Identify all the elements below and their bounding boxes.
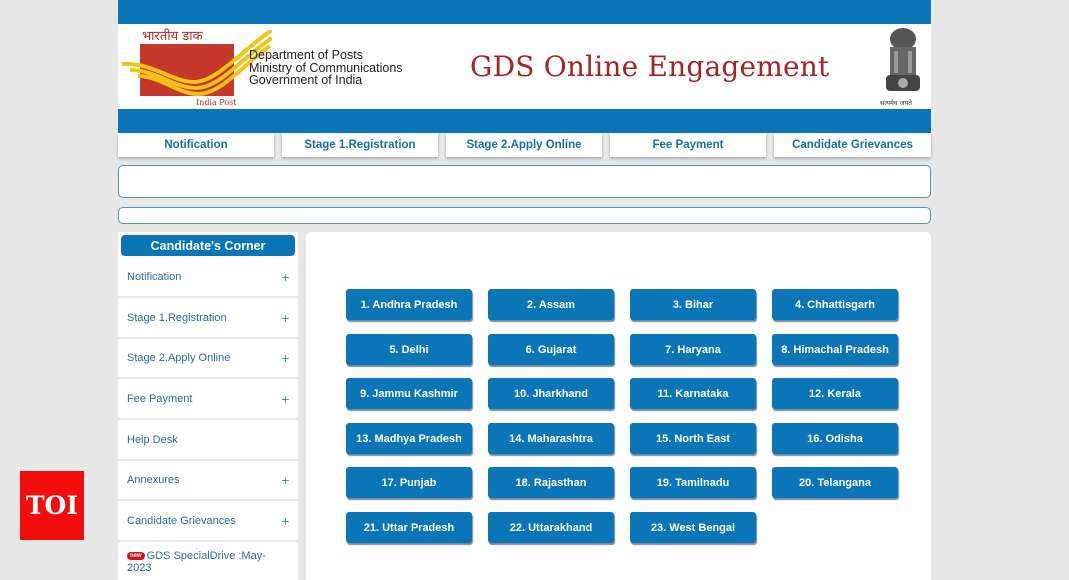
top-blue-bar [118, 0, 931, 24]
plus-icon[interactable]: + [281, 271, 290, 284]
state-selection-panel: 1. Andhra Pradesh 2. Assam 3. Bihar 4. Chha… [306, 232, 931, 580]
state-button[interactable]: 15. North East [630, 423, 756, 454]
dept-line: Government of India [249, 73, 363, 87]
sidebar-item-candidate-grievances[interactable]: Candidate Grievances + [118, 502, 298, 542]
state-button[interactable]: 10. Jharkhand [488, 378, 614, 409]
top-nav: Notification Stage 1.Registration Stage … [118, 133, 931, 157]
india-post-logo: भारतीय डाक India Post [122, 26, 272, 108]
state-button[interactable]: 1. Andhra Pradesh [346, 289, 472, 320]
sidebar-item-fee-payment[interactable]: Fee Payment + [118, 380, 298, 420]
state-button[interactable]: 12. Kerala [772, 378, 898, 409]
state-button[interactable]: 21. Uttar Pradesh [346, 512, 472, 543]
state-button[interactable]: 3. Bihar [630, 289, 756, 320]
state-button[interactable]: 2. Assam [488, 289, 614, 320]
sidebar-item-label: Notification [127, 271, 182, 283]
state-button[interactable]: 7. Haryana [630, 334, 756, 365]
plus-icon[interactable]: + [281, 352, 290, 365]
plus-icon[interactable]: + [281, 393, 290, 406]
sidebar-item-label: Annexures [127, 474, 180, 486]
emblem-motto: सत्यमेव जयते [880, 99, 912, 107]
logo-caption: India Post [196, 98, 237, 107]
new-badge-icon: new [127, 552, 145, 560]
plus-icon[interactable]: + [281, 312, 290, 325]
nav-candidate-grievances[interactable]: Candidate Grievances [774, 133, 931, 157]
state-button[interactable]: 5. Delhi [346, 334, 472, 365]
ashoka-emblem-icon [886, 28, 920, 91]
state-button[interactable]: 16. Odisha [772, 423, 898, 454]
special-drive-link[interactable]: GDS SpecialDrive :May-2023 [127, 550, 266, 574]
state-button[interactable]: 11. Karnataka [630, 378, 756, 409]
state-button[interactable]: 6. Gujarat [488, 334, 614, 365]
toi-watermark: TOI [20, 471, 84, 540]
sidebar-item-help-desk[interactable]: Help Desk [118, 421, 298, 461]
state-button[interactable]: 14. Maharashtra [488, 423, 614, 454]
state-button[interactable]: 9. Jammu Kashmir [346, 378, 472, 409]
header: भारतीय डाक India Post Department of Post… [118, 24, 931, 109]
state-button[interactable]: 8. Himachal Pradesh [772, 334, 898, 365]
plus-icon[interactable]: + [281, 515, 290, 528]
page-title: GDS Online Engagement [470, 50, 830, 83]
marquee-box [118, 207, 931, 224]
bottom-blue-bar [118, 109, 931, 133]
nav-notification[interactable]: Notification [118, 133, 274, 157]
page: भारतीय डाक India Post Department of Post… [118, 0, 931, 580]
sidebar-title: Candidate's Corner [121, 235, 295, 256]
state-button[interactable]: 13. Madhya Pradesh [346, 423, 472, 454]
state-button[interactable]: 4. Chhattisgarh [772, 289, 898, 320]
state-button[interactable]: 18. Rajasthan [488, 467, 614, 498]
sidebar-item-label: Stage 2.Apply Online [127, 352, 231, 364]
announcement-box [118, 165, 931, 198]
sidebar-item-stage2-apply-online[interactable]: Stage 2.Apply Online + [118, 339, 298, 379]
nav-stage2-apply-online[interactable]: Stage 2.Apply Online [446, 133, 602, 157]
sidebar-item-notification[interactable]: Notification + [118, 258, 298, 298]
sidebar-item-gds-special-drive[interactable]: new GDS SpecialDrive :May-2023 [118, 542, 298, 580]
nav-fee-payment[interactable]: Fee Payment [610, 133, 766, 157]
sidebar-item-label: Candidate Grievances [127, 515, 236, 527]
sidebar-item-stage1-registration[interactable]: Stage 1.Registration + [118, 299, 298, 339]
sidebar-item-label: new GDS SpecialDrive :May-2023 [127, 550, 290, 574]
state-button[interactable]: 23. West Bengal [630, 512, 756, 543]
plus-icon[interactable]: + [281, 474, 290, 487]
nav-stage1-registration[interactable]: Stage 1.Registration [282, 133, 438, 157]
state-button[interactable]: 19. Tamilnadu [630, 467, 756, 498]
state-button[interactable]: 22. Uttarakhand [488, 512, 614, 543]
sidebar-item-label: Fee Payment [127, 393, 193, 405]
state-button[interactable]: 17. Punjab [346, 467, 472, 498]
sidebar-item-label: Stage 1.Registration [127, 312, 227, 324]
state-button[interactable]: 20. Telangana [772, 467, 898, 498]
dept-line: Department of Posts [249, 48, 363, 62]
sidebar-item-annexures[interactable]: Annexures + [118, 461, 298, 501]
candidates-corner-sidebar: Candidate's Corner Notification + Stage … [118, 232, 298, 580]
sidebar-item-label: Help Desk [127, 434, 178, 446]
national-emblem: सत्यमेव जयते [878, 25, 928, 107]
department-info: Department of Posts Ministry of Communic… [249, 49, 403, 87]
